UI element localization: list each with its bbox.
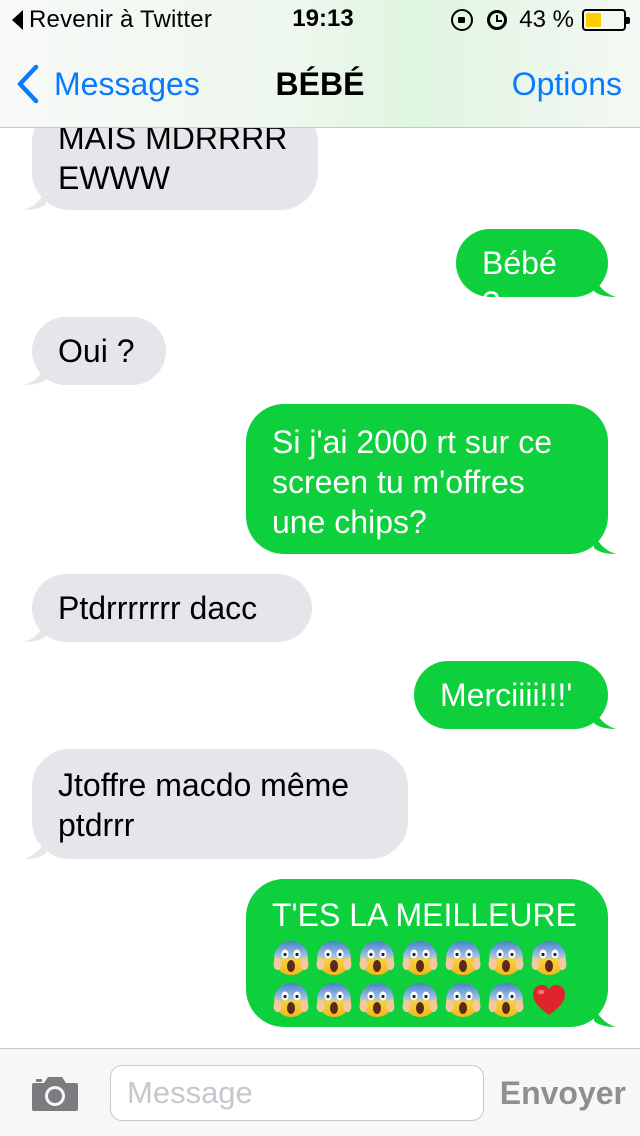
message-bubble-received[interactable]: Oui ? xyxy=(24,317,166,385)
emoji-row xyxy=(272,939,582,977)
message-bubble-received[interactable]: Jtoffre macdo même ptdrrr xyxy=(24,749,408,859)
face-screaming-in-fear-icon xyxy=(488,941,524,975)
status-bar: Revenir à Twitter 19:13 43 % xyxy=(0,0,640,40)
status-indicators: 43 % xyxy=(451,6,630,34)
face-screaming-in-fear-icon xyxy=(359,941,395,975)
bubble-tail xyxy=(594,275,616,297)
nav-bar: Messages BÉBÉ Options xyxy=(0,40,640,128)
message-bubble-sent[interactable]: T'ES LA MEILLEURE xyxy=(246,879,616,1027)
message-text: Jtoffre macdo même ptdrrr xyxy=(58,767,350,843)
battery-percent: 43 % xyxy=(519,6,574,33)
send-button[interactable]: Envoyer xyxy=(500,1075,626,1112)
message-input[interactable] xyxy=(110,1065,484,1121)
message-text: Oui ? xyxy=(58,333,135,369)
message-bubble-sent[interactable]: Si j'ai 2000 rt sur ce screen tu m'offre… xyxy=(246,404,616,554)
message-bubble-received[interactable]: Ptdrrrrrrr dacc xyxy=(24,574,312,642)
rotation-lock-icon xyxy=(451,9,474,31)
alarm-icon xyxy=(487,10,508,30)
bubble-tail xyxy=(24,363,46,385)
bubble-tail xyxy=(24,837,46,859)
face-screaming-in-fear-icon xyxy=(316,983,352,1017)
face-screaming-in-fear-icon xyxy=(402,941,438,975)
emoji-block xyxy=(272,939,582,1019)
message-text: T'ES LA MEILLEURE xyxy=(272,897,577,933)
message-text: MAIS MDRRRR EWWW xyxy=(58,120,288,196)
face-screaming-in-fear-icon xyxy=(402,983,438,1017)
message-text: Si j'ai 2000 rt sur ce screen tu m'offre… xyxy=(272,424,553,540)
face-screaming-in-fear-icon xyxy=(273,983,309,1017)
red-heart-icon xyxy=(533,985,565,1015)
options-button[interactable]: Options xyxy=(512,66,622,103)
battery-level xyxy=(586,13,602,27)
bubble-tail xyxy=(24,188,46,210)
bubble-tail xyxy=(24,620,46,642)
face-screaming-in-fear-icon xyxy=(273,941,309,975)
message-bubble-sent[interactable]: Merciiii!!!' xyxy=(414,661,616,729)
bubble-tail xyxy=(594,1005,616,1027)
message-text: Ptdrrrrrrr dacc xyxy=(58,590,258,626)
message-text: Merciiii!!!' xyxy=(440,677,573,713)
face-screaming-in-fear-icon xyxy=(316,941,352,975)
face-screaming-in-fear-icon xyxy=(445,941,481,975)
message-bubble-sent[interactable]: Bébé ? xyxy=(456,229,616,321)
header: Revenir à Twitter 19:13 43 % Messages BÉ… xyxy=(0,0,640,128)
conversation[interactable]: MAIS MDRRRR EWWW Bébé ? Oui ? Si j'ai 20… xyxy=(0,0,640,1048)
face-screaming-in-fear-icon xyxy=(359,983,395,1017)
bubble-tail xyxy=(594,532,616,554)
message-text: Bébé ? xyxy=(482,245,566,321)
battery-icon xyxy=(582,9,630,31)
bubble-tail xyxy=(594,707,616,729)
camera-icon[interactable] xyxy=(30,1075,80,1113)
face-screaming-in-fear-icon xyxy=(445,983,481,1017)
emoji-row xyxy=(272,981,582,1019)
input-bar: Envoyer xyxy=(0,1048,640,1136)
face-screaming-in-fear-icon xyxy=(488,983,524,1017)
face-screaming-in-fear-icon xyxy=(531,941,567,975)
